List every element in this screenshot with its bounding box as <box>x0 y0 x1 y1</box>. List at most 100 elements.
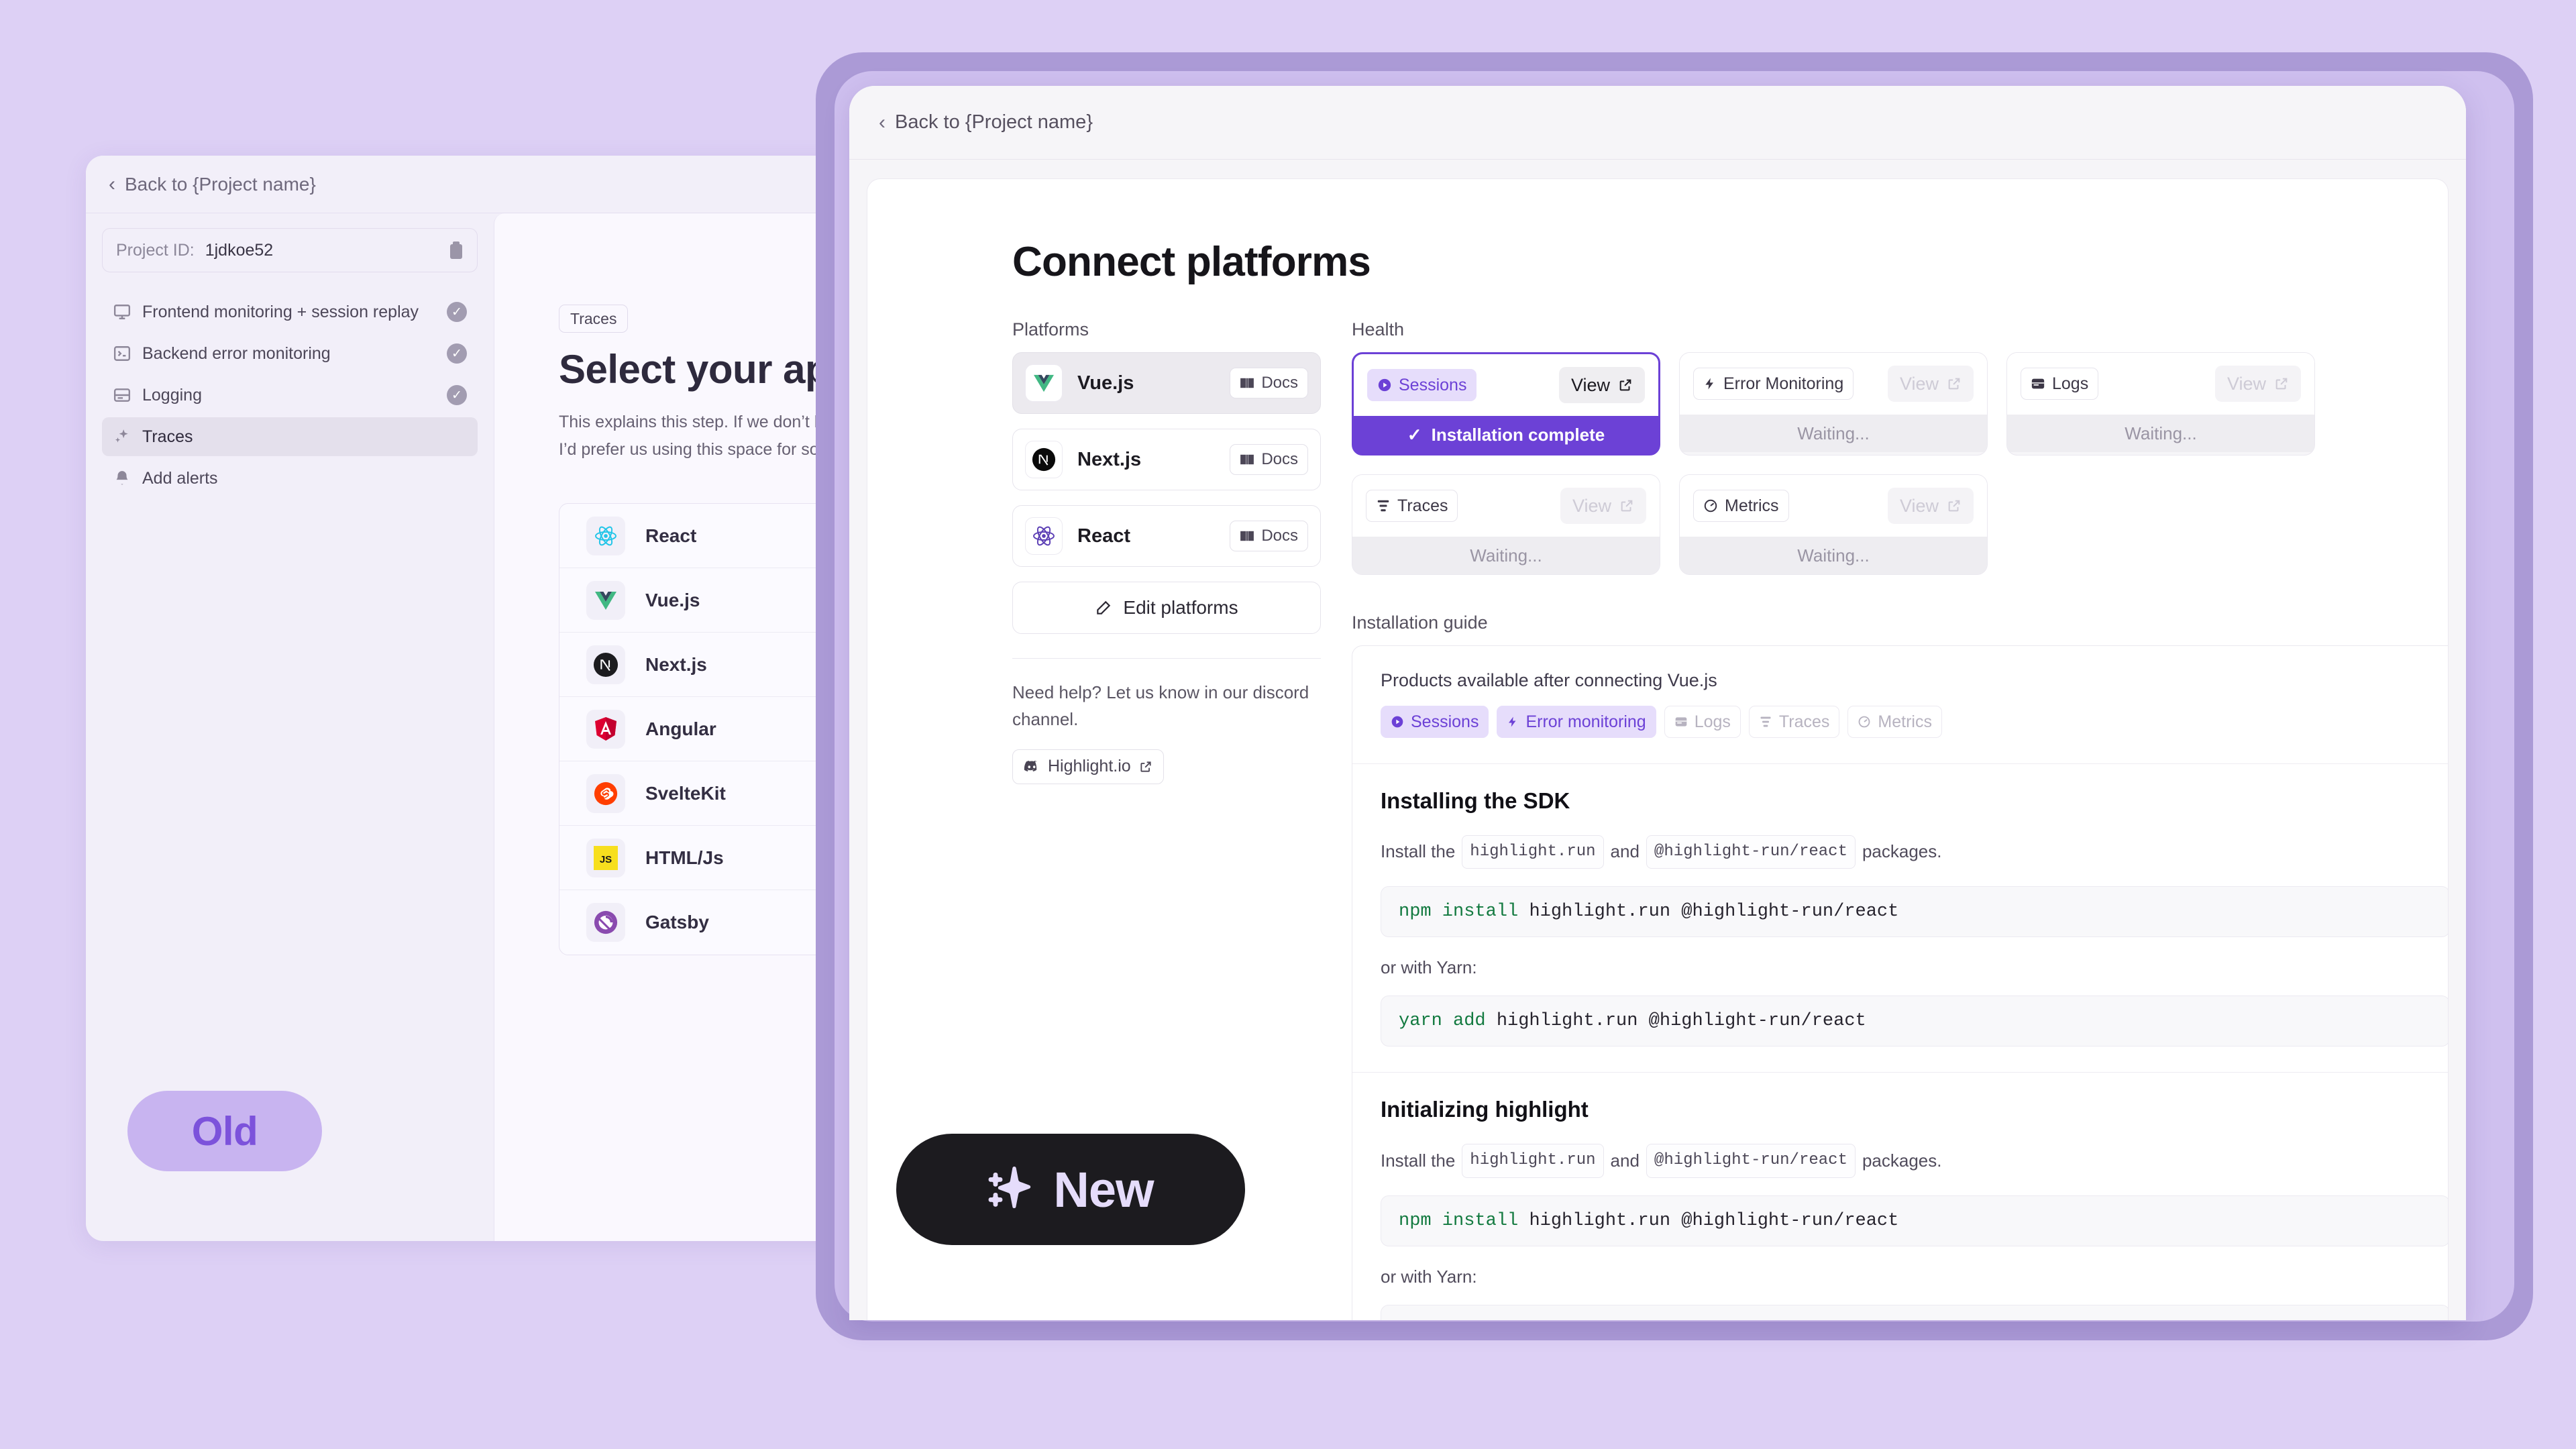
product-chip-metrics: Metrics <box>1693 490 1789 522</box>
view-button[interactable]: View <box>1887 366 1974 402</box>
product-chip-error-monitoring: Error Monitoring <box>1693 368 1854 400</box>
external-link-icon <box>1948 500 1960 512</box>
chevron-left-icon: ‹ <box>109 172 115 195</box>
react-icon <box>586 516 625 555</box>
section-installing-the-sdk: Installing the SDK Install the highlight… <box>1352 764 2448 1073</box>
sidebar-item-add-alerts[interactable]: Add alerts <box>102 459 478 498</box>
health-card-traces[interactable]: Traces View Waiting... <box>1352 474 1660 575</box>
monitor-icon <box>113 303 131 321</box>
sidebar-item-traces[interactable]: Traces <box>102 417 478 456</box>
code-block-npm[interactable]: npm install highlight.run @highlight-run… <box>1381 886 2448 938</box>
platform-name: React <box>1077 525 1130 547</box>
products-available-title: Products available after connecting Vue.… <box>1381 670 1717 690</box>
view-button[interactable]: View <box>1558 367 1645 403</box>
health-card-status: Waiting... <box>2007 415 2314 452</box>
docs-button[interactable]: Docs <box>1230 444 1308 475</box>
bell-icon <box>113 469 131 488</box>
edit-platforms-label: Edit platforms <box>1123 597 1238 618</box>
clipboard-copy-icon[interactable] <box>449 241 464 259</box>
code-rest: highlight.run @highlight-run/react <box>1529 902 1899 922</box>
discord-icon <box>1024 761 1037 772</box>
sidebar-item-frontend-monitoring[interactable]: Frontend monitoring + session replay ✓ <box>102 292 478 331</box>
platforms-label: Platforms <box>1012 319 1089 339</box>
products-available-section: Products available after connecting Vue.… <box>1352 646 2448 764</box>
svelte-icon <box>586 773 625 813</box>
view-button-label: View <box>1899 495 1939 516</box>
platform-name: Next.js <box>1077 448 1142 470</box>
product-badge-metrics: Metrics <box>1847 706 1942 738</box>
terminal-icon <box>113 344 131 363</box>
metrics-icon <box>1858 716 1870 728</box>
project-id-field[interactable]: Project ID: 1jdkoe52 <box>102 228 478 272</box>
new-label-badge-text: New <box>1053 1161 1154 1218</box>
nextjs-icon <box>586 645 625 684</box>
page-title: Connect platforms <box>1012 239 1371 285</box>
intro-mid: and <box>1610 841 1640 862</box>
code-block-yarn[interactable]: yarn add highlight.run @highlight-run/re… <box>1381 996 2448 1047</box>
product-badge-label: Sessions <box>1411 712 1479 731</box>
view-button[interactable]: View <box>1560 488 1646 524</box>
health-card-sessions[interactable]: Sessions View ✓ Installation complete <box>1352 352 1660 455</box>
code-keyword: npm install <box>1399 1210 1519 1231</box>
docs-button-label: Docs <box>1261 527 1298 545</box>
edit-platforms-button[interactable]: Edit platforms <box>1012 582 1321 634</box>
health-label: Health <box>1352 319 1405 339</box>
intro-prefix: Install the <box>1381 841 1456 862</box>
book-icon <box>1240 378 1254 388</box>
yarn-note: or with Yarn: <box>1381 957 1477 978</box>
health-card-logs[interactable]: Logs View Waiting... <box>2006 352 2315 455</box>
inline-code-package-a: highlight.run <box>1462 835 1604 869</box>
new-window-topbar: ‹ Back to {Project name} <box>849 86 2466 160</box>
product-chip-label: Error Monitoring <box>1723 374 1844 393</box>
project-id-value: 1jdkoe52 <box>205 240 274 260</box>
chevron-left-icon: ‹ <box>879 111 885 133</box>
code-keyword: yarn add <box>1399 1011 1486 1032</box>
view-button[interactable]: View <box>1887 488 1974 524</box>
code-block-yarn[interactable]: yarn add highlight.run @highlight-run/re… <box>1381 1304 2448 1320</box>
product-badge-traces: Traces <box>1748 706 1840 738</box>
framework-name: Vue.js <box>645 589 700 610</box>
sidebar-item-label: Backend error monitoring <box>142 343 331 363</box>
docs-button[interactable]: Docs <box>1230 368 1308 398</box>
old-sidebar: Project ID: 1jdkoe52 Frontend monitoring… <box>86 213 494 1241</box>
sidebar-item-backend-error-monitoring[interactable]: Backend error monitoring ✓ <box>102 334 478 373</box>
intro-mid: and <box>1610 1150 1640 1171</box>
inline-code-package-a: highlight.run <box>1462 1144 1604 1178</box>
old-back-link[interactable]: ‹ Back to {Project name} <box>109 174 316 195</box>
framework-name: Next.js <box>645 653 707 675</box>
health-card-status-label: Installation complete <box>1431 424 1605 445</box>
platform-row-vue[interactable]: Vue.js Docs <box>1012 352 1321 414</box>
external-link-icon <box>1619 379 1631 391</box>
code-block-npm[interactable]: npm install highlight.run @highlight-run… <box>1381 1195 2448 1246</box>
svg-text:JS: JS <box>600 854 612 865</box>
installation-guide-box: Products available after connecting Vue.… <box>1352 645 2448 1320</box>
metrics-icon <box>1704 499 1717 513</box>
code-keyword: npm install <box>1399 902 1519 922</box>
sessions-icon <box>1391 716 1403 728</box>
new-back-link[interactable]: ‹ Back to {Project name} <box>879 111 1093 133</box>
health-column: Health Sessions View ✓ Installation comp… <box>1352 319 2448 1320</box>
health-card-metrics[interactable]: Metrics View Waiting... <box>1679 474 1988 575</box>
docs-button-label: Docs <box>1261 374 1298 392</box>
health-card-status-label: Waiting... <box>1797 423 1870 443</box>
docs-button-label: Docs <box>1261 450 1298 468</box>
health-card-status-label: Waiting... <box>1470 545 1542 566</box>
docs-button[interactable]: Docs <box>1230 521 1308 551</box>
discord-link-button[interactable]: Highlight.io <box>1012 749 1164 784</box>
platform-row-nextjs[interactable]: Next.js Docs <box>1012 429 1321 490</box>
bolt-icon <box>1509 716 1516 727</box>
health-card-error-monitoring[interactable]: Error Monitoring View Waiting... <box>1679 352 1988 455</box>
bolt-icon <box>1705 378 1713 390</box>
health-card-status-label: Waiting... <box>2125 423 2197 443</box>
traces-icon <box>1760 716 1771 727</box>
vue-icon <box>586 580 625 620</box>
sidebar-item-logging[interactable]: Logging ✓ <box>102 376 478 415</box>
sidebar-item-label: Logging <box>142 385 202 405</box>
health-card-status: Waiting... <box>1352 537 1660 574</box>
platform-row-react[interactable]: React Docs <box>1012 505 1321 567</box>
view-button[interactable]: View <box>2214 366 2301 402</box>
view-button-label: View <box>1899 373 1939 394</box>
inline-code-package-b: @highlight-run/react <box>1646 835 1856 869</box>
framework-name: SvelteKit <box>645 782 726 804</box>
code-rest: highlight.run @highlight-run/react <box>1496 1011 1866 1032</box>
